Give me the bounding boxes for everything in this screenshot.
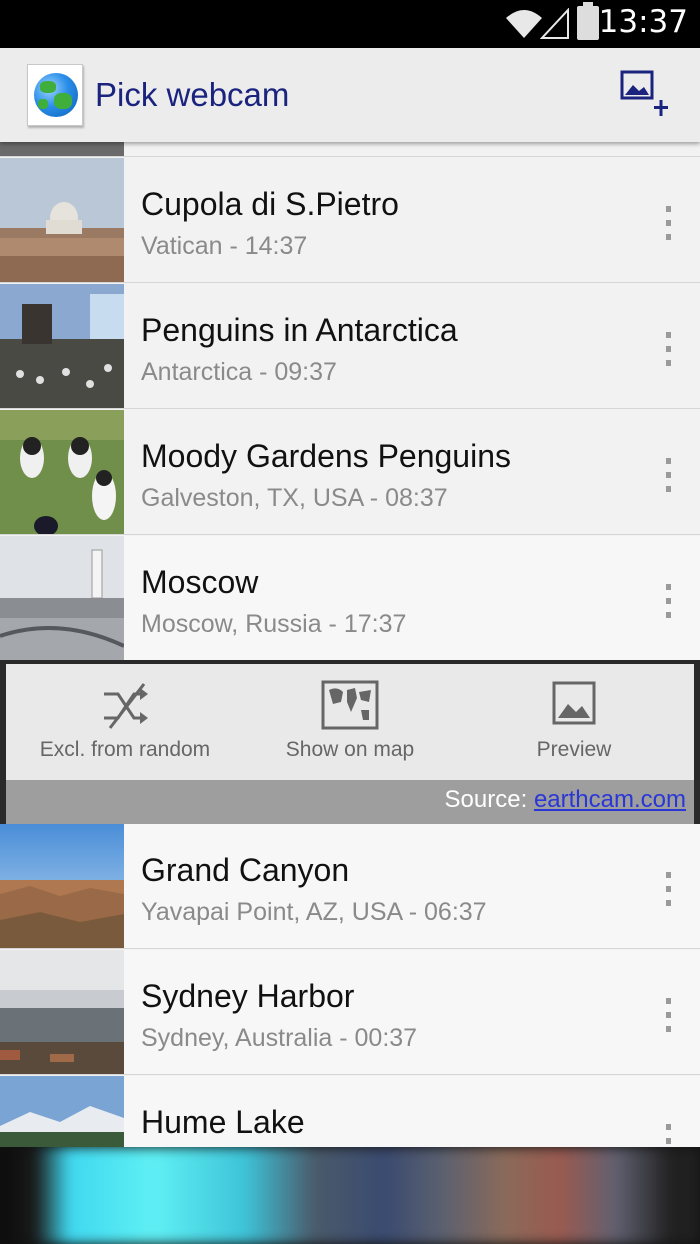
webcam-thumbnail <box>0 824 124 948</box>
webcam-name: Moody Gardens Penguins <box>141 438 511 474</box>
webcam-name: Penguins in Antarctica <box>141 312 458 348</box>
battery-icon <box>577 2 599 40</box>
webcam-name: Hume Lake <box>141 1104 305 1140</box>
webcam-name: Cupola di S.Pietro <box>141 186 399 222</box>
action-bar: Pick webcam <box>0 48 700 142</box>
webcam-thumbnail <box>0 284 124 408</box>
webcam-thumbnail <box>0 410 124 534</box>
overflow-menu-icon[interactable] <box>660 206 676 240</box>
webcam-thumbnail <box>0 1076 124 1147</box>
overflow-menu-icon[interactable] <box>660 872 676 906</box>
webcam-name: Moscow <box>141 564 259 600</box>
globe-icon[interactable] <box>27 64 83 126</box>
webcam-location-time: Antarctica - 09:37 <box>141 358 337 386</box>
overflow-menu-icon[interactable] <box>660 1124 676 1147</box>
ad-banner-image <box>0 1147 700 1244</box>
signal-icon <box>540 8 569 39</box>
world-map-icon <box>321 680 379 730</box>
webcam-location-time: Galveston, TX, USA - 08:37 <box>141 484 448 512</box>
add-image-icon[interactable] <box>618 68 674 124</box>
exclude-random-label: Excl. from random <box>39 738 211 761</box>
list-item[interactable] <box>0 142 700 157</box>
overflow-menu-icon[interactable] <box>660 584 676 618</box>
source-prefix: Source: <box>444 786 534 813</box>
webcam-location-time: Vatican - 14:37 <box>141 232 308 260</box>
webcam-name: Grand Canyon <box>141 852 350 888</box>
list-item[interactable]: Sydney Harbor Sydney, Australia - 00:37 <box>0 950 700 1075</box>
webcam-list[interactable]: Cupola di S.Pietro Vatican - 14:37 Pengu… <box>0 142 700 1147</box>
list-item[interactable]: Moody Gardens Penguins Galveston, TX, US… <box>0 410 700 535</box>
webcam-location-time: Moscow, Russia - 17:37 <box>141 610 407 638</box>
page-title: Pick webcam <box>95 76 290 113</box>
show-on-map-label: Show on map <box>285 738 415 761</box>
list-item[interactable]: Moscow Moscow, Russia - 17:37 <box>0 536 700 661</box>
ad-banner[interactable] <box>0 1147 700 1244</box>
list-item[interactable]: Cupola di S.Pietro Vatican - 14:37 <box>0 158 700 283</box>
webcam-location-time: Sydney, Australia - 00:37 <box>141 1024 418 1052</box>
clock: 13:37 <box>598 4 688 40</box>
source-attribution: Source: earthcam.com <box>6 780 694 824</box>
list-item[interactable]: Penguins in Antarctica Antarctica - 09:3… <box>0 284 700 409</box>
actions-row: Excl. from random Show on map Preview <box>6 664 694 780</box>
wifi-icon <box>506 10 542 38</box>
list-item[interactable]: Hume Lake <box>0 1076 700 1147</box>
image-icon <box>552 681 596 725</box>
source-link[interactable]: earthcam.com <box>534 786 686 813</box>
webcam-thumbnail <box>0 536 124 660</box>
webcam-location-time: Yavapai Point, AZ, USA - 06:37 <box>141 898 487 926</box>
expanded-actions-panel: Excl. from random Show on map Preview So… <box>0 660 700 824</box>
exclude-random-button[interactable]: Excl. from random <box>10 664 240 780</box>
show-on-map-button[interactable]: Show on map <box>235 664 465 780</box>
overflow-menu-icon[interactable] <box>660 332 676 366</box>
overflow-menu-icon[interactable] <box>660 998 676 1032</box>
webcam-thumbnail <box>0 950 124 1074</box>
webcam-thumbnail <box>0 158 124 282</box>
overflow-menu-icon[interactable] <box>660 458 676 492</box>
preview-label: Preview <box>536 738 612 761</box>
shuffle-off-icon <box>104 683 148 729</box>
list-item[interactable]: Grand Canyon Yavapai Point, AZ, USA - 06… <box>0 824 700 949</box>
status-bar: 13:37 <box>0 0 700 48</box>
webcam-name: Sydney Harbor <box>141 978 355 1014</box>
preview-button[interactable]: Preview <box>459 664 689 780</box>
webcam-thumbnail <box>0 142 124 156</box>
